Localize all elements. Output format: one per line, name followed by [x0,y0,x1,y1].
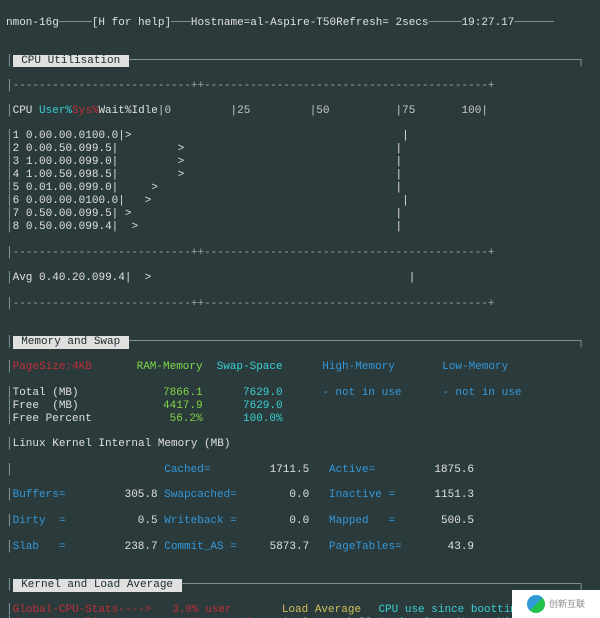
cpu-row: │3 1.00.00.099.0| > | [6,156,594,169]
mem-row: │Free Percent56.2%100.0% [6,413,594,426]
mem-hdr: │PageSize:4KBRAM-MemorySwap-Space High-M… [6,361,594,374]
mem-box-top: │ Memory and Swap ──────────────────────… [6,336,594,349]
mem-row: │Free (MB)4417.97629.0 [6,400,594,413]
cpu-row: │7 0.50.00.099.5| > | [6,208,594,221]
cpu-header-row: │CPU User%Sys%Wait%Idle|0 |25 |50 |75 10… [6,105,594,118]
mem-kernel-hdr: │Linux Kernel Internal Memory (MB) [6,438,594,451]
cpu-box-top: │ CPU Utilisation ──────────────────────… [6,55,594,68]
mem-row: │Total (MB)7866.17629.0 - not in use- no… [6,387,594,400]
kernel-row: │Global-CPU-Stats---->3.0% user Load Ave… [6,604,594,617]
logo-icon [527,595,545,613]
mem-k2: │Buffers=305.8 Swapcached=0.0 Inactive =… [6,489,594,502]
cpu-row: │8 0.50.00.099.4| > | [6,221,594,234]
cpu-row: │2 0.00.50.099.5| > | [6,143,594,156]
kernel-box-top: │ Kernel and Load Average ──────────────… [6,579,594,592]
cpu-div-bot: │---------------------------++----------… [6,298,594,311]
mem-rows: │Total (MB)7866.17629.0 - not in use- no… [6,387,594,426]
cpu-avg-row: │Avg 0.40.20.099.4| > | [6,272,594,285]
mem-k3: │Dirty =0.5 Writeback =0.0 Mapped =500.5 [6,515,594,528]
cpu-row: │6 0.00.00.0100.0| > | [6,195,594,208]
mem-k1: │ Cached=1711.5 Active=1875.6 [6,464,594,477]
nmon-screen[interactable]: nmon-16g─────[H for help]───Hostname=al-… [0,0,600,618]
cpu-divider-top: │---------------------------++----------… [6,80,594,93]
cpu-row: │5 0.01.00.099.0| > | [6,182,594,195]
cpu-rows: │1 0.00.00.0100.0|> |│2 0.00.50.099.5| >… [6,130,594,234]
mem-k4: │Slab =238.7 Commit_AS =5873.7 PageTable… [6,541,594,554]
title-bar: nmon-16g─────[H for help]───Hostname=al-… [6,17,594,30]
cpu-div-mid: │---------------------------++----------… [6,247,594,260]
kernel-rows: │Global-CPU-Stats---->3.0% user Load Ave… [6,604,594,618]
cpu-row: │4 1.00.50.098.5| > | [6,169,594,182]
watermark-badge: 创新互联 [512,590,600,618]
cpu-row: │1 0.00.00.0100.0|> | [6,130,594,143]
